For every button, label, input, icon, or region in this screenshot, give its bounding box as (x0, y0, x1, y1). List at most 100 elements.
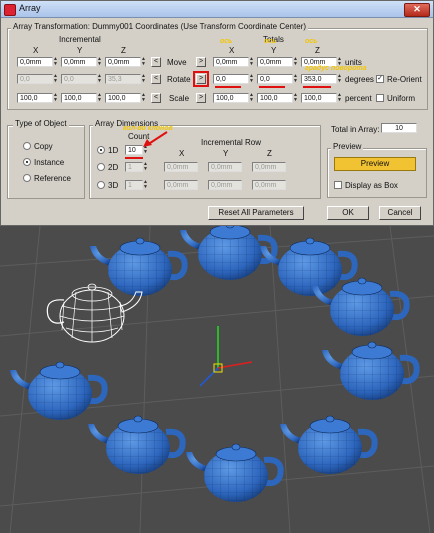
1d-label: 1D (108, 146, 119, 155)
spinner-icon[interactable]: ▲ ▼ (293, 93, 298, 103)
2d-x-field[interactable]: 0,0mm (164, 162, 198, 172)
copy-radio[interactable] (23, 142, 31, 150)
instance-label: Instance (34, 158, 65, 167)
incremental-row-label: Incremental Row (201, 138, 262, 147)
2d-z-field[interactable]: 0,0mm (252, 162, 286, 172)
2d-radio[interactable] (97, 163, 105, 171)
uniform-checkbox[interactable] (376, 94, 384, 102)
uniform-label: Uniform (387, 94, 416, 103)
spinner-icon[interactable]: ▲ ▼ (249, 74, 254, 84)
preview-title: Preview (331, 142, 364, 151)
3d-z-field[interactable]: 0,0mm (252, 180, 286, 190)
scale-tot-z[interactable]: 100,0 (301, 93, 337, 103)
3d-radio[interactable] (97, 181, 105, 189)
move-inc-y[interactable]: 0,0mm (61, 57, 97, 67)
spinner-icon[interactable]: ▲ ▼ (249, 57, 254, 67)
spinner-icon[interactable]: ▲ ▼ (141, 74, 146, 84)
teapot-icon[interactable] (322, 342, 417, 400)
spinner-icon[interactable]: ▲ ▼ (53, 74, 58, 84)
spinner-icon[interactable]: ▲ ▼ (97, 57, 102, 67)
window-title: Array (19, 3, 41, 13)
total-in-array-field: 10 (381, 123, 417, 133)
annotation-radius: градус поворота (305, 65, 367, 72)
instance-radio[interactable] (23, 158, 31, 166)
annotation-axis-3: ось (305, 38, 318, 45)
annotation-arrow-icon (143, 131, 168, 147)
spinner-icon[interactable]: ▲ ▼ (293, 57, 298, 67)
scale-tot-x[interactable]: 100,0 (213, 93, 249, 103)
reference-radio[interactable] (23, 174, 31, 182)
rotate-tot-y[interactable]: 0,0 (257, 74, 293, 84)
spinner-icon[interactable]: ▲ ▼ (249, 93, 254, 103)
scale-inc-x[interactable]: 100,0 (17, 93, 53, 103)
move-left-arrow-button[interactable]: < (151, 57, 161, 67)
spinner-icon[interactable]: ▲ ▼ (97, 74, 102, 84)
scale-left-arrow-button[interactable]: < (151, 93, 161, 103)
rotate-inc-y[interactable]: 0,0 (61, 74, 97, 84)
total-in-array-label: Total in Array: (331, 125, 380, 134)
scale-tot-y[interactable]: 100,0 (257, 93, 293, 103)
teapot-icon[interactable] (280, 416, 375, 474)
title-bar: Array ✕ (1, 1, 433, 18)
2d-y-field[interactable]: 0,0mm (208, 162, 242, 172)
cancel-button[interactable]: Cancel (379, 206, 421, 220)
spinner-icon[interactable]: ▲ ▼ (53, 93, 58, 103)
rotate-left-arrow-button[interactable]: < (151, 74, 161, 84)
spinner-icon[interactable]: ▲ ▼ (53, 57, 58, 67)
spinner-icon[interactable]: ▲ ▼ (143, 180, 148, 190)
display-as-box-label: Display as Box (345, 181, 398, 190)
scale-inc-z[interactable]: 100,0 (105, 93, 141, 103)
3d-viewport[interactable] (0, 226, 434, 533)
rotate-tot-x[interactable]: 0,0 (213, 74, 249, 84)
teapot-icon[interactable] (90, 238, 185, 296)
teapot-icon[interactable] (88, 416, 183, 474)
row-y-header: Y (223, 149, 229, 158)
tot-y-header: Y (271, 46, 277, 55)
scale-label: Scale (169, 94, 190, 103)
3d-count-field[interactable]: 1 (125, 180, 143, 190)
rotate-tot-z[interactable]: 353,0 (301, 74, 337, 84)
move-inc-x[interactable]: 0,0mm (17, 57, 53, 67)
reorient-checkbox[interactable]: ✓ (376, 75, 384, 83)
move-right-arrow-button[interactable]: > (196, 57, 206, 67)
preview-button[interactable]: Preview (334, 157, 416, 171)
annotation-underline (125, 157, 143, 159)
1d-radio[interactable] (97, 146, 105, 154)
spinner-icon[interactable]: ▲ ▼ (141, 93, 146, 103)
inc-z-header: Z (121, 46, 126, 55)
tot-z-header: Z (315, 46, 320, 55)
2d-count-field[interactable]: 1 (125, 162, 143, 172)
annotation-axis-1: ось (220, 38, 233, 45)
move-inc-z[interactable]: 0,0mm (105, 57, 141, 67)
row-x-header: X (179, 149, 185, 158)
rotate-unit-label: degrees (345, 75, 374, 84)
3d-y-field[interactable]: 0,0mm (208, 180, 242, 190)
3d-x-field[interactable]: 0,0mm (164, 180, 198, 190)
ok-button[interactable]: OK (327, 206, 369, 220)
spinner-icon[interactable]: ▲ ▼ (141, 57, 146, 67)
teapot-icon[interactable] (186, 444, 281, 502)
scale-inc-y[interactable]: 100,0 (61, 93, 97, 103)
row-z-header: Z (267, 149, 272, 158)
move-tot-x[interactable]: 0,0mm (213, 57, 249, 67)
move-tot-y[interactable]: 0,0mm (257, 57, 293, 67)
inc-y-header: Y (77, 46, 83, 55)
transform-gizmo-icon[interactable] (199, 326, 253, 387)
app-icon (4, 4, 16, 16)
spinner-icon[interactable]: ▲ ▼ (143, 162, 148, 172)
array-dialog: Array ✕ Array Transformation: Dummy001 C… (0, 0, 434, 226)
spinner-icon[interactable]: ▲ ▼ (337, 93, 342, 103)
preview-group (327, 148, 427, 198)
tot-x-header: X (229, 46, 235, 55)
spinner-icon[interactable]: ▲ ▼ (337, 74, 342, 84)
close-button[interactable]: ✕ (404, 3, 430, 17)
scale-right-arrow-button[interactable]: > (196, 93, 206, 103)
display-as-box-checkbox[interactable] (334, 181, 342, 189)
annotation-underline (259, 86, 285, 88)
reset-all-parameters-button[interactable]: Reset All Parameters (208, 206, 304, 220)
rotate-inc-x[interactable]: 0,0 (17, 74, 53, 84)
move-label: Move (167, 58, 187, 67)
spinner-icon[interactable]: ▲ ▼ (97, 93, 102, 103)
rotate-inc-z[interactable]: 35,3 (105, 74, 141, 84)
spinner-icon[interactable]: ▲ ▼ (293, 74, 298, 84)
